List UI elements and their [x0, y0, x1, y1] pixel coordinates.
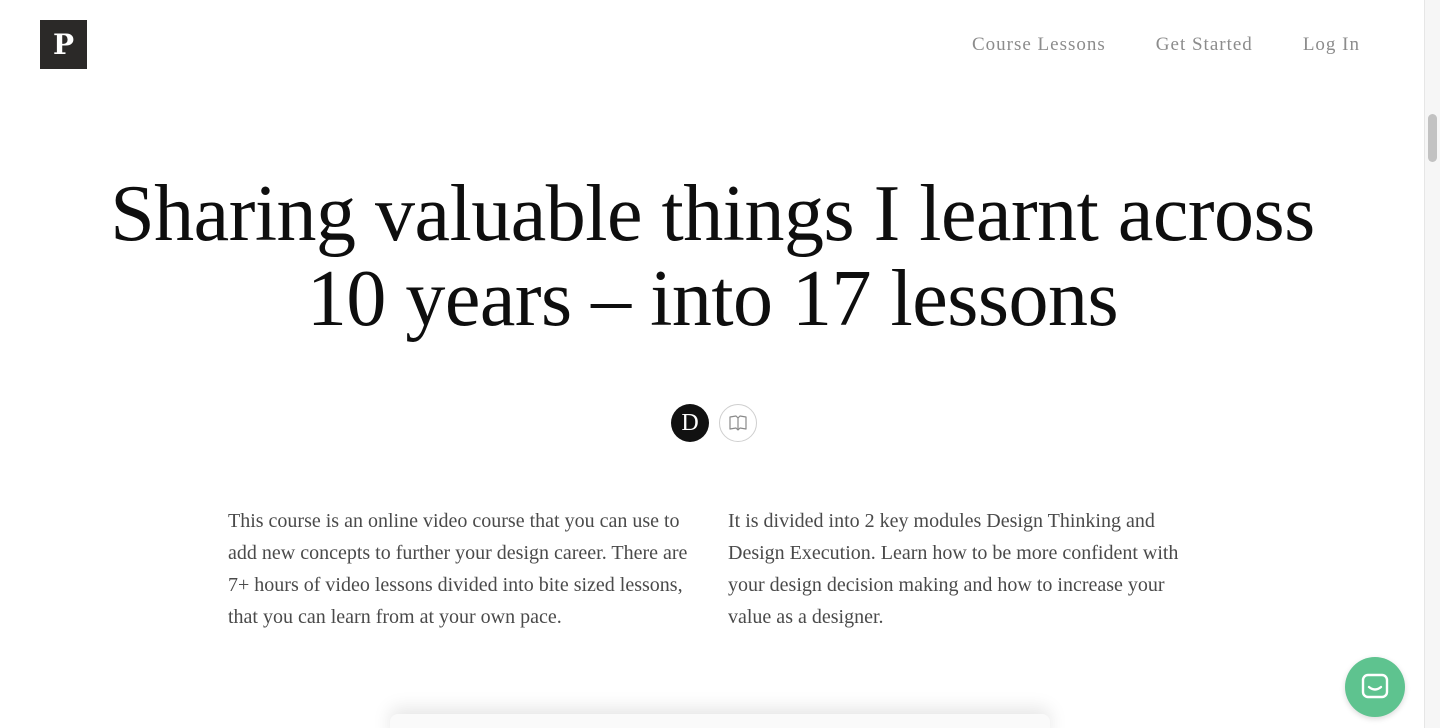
scrollbar[interactable] — [1424, 0, 1440, 728]
open-book-icon — [719, 404, 757, 442]
intro-right-paragraph: It is divided into 2 key modules Design … — [728, 510, 1179, 628]
author-avatar-letter: D — [681, 409, 699, 436]
nav-course-lessons[interactable]: Course Lessons — [972, 34, 1106, 56]
intro-left-paragraph: This course is an online video course th… — [228, 510, 688, 628]
page: P Course Lessons Get Started Log In Shar… — [0, 0, 1440, 728]
hero-icons: D — [671, 404, 757, 442]
video-preview — [390, 714, 1050, 728]
top-nav: Course Lessons Get Started Log In — [972, 34, 1360, 56]
hero-title: Sharing valuable things I learnt across … — [0, 172, 1425, 342]
hero-title-line-2: 10 years – into 17 lessons — [306, 255, 1119, 343]
chat-icon — [1361, 673, 1389, 699]
chat-button[interactable] — [1345, 657, 1405, 717]
logo[interactable]: P — [40, 20, 87, 69]
author-avatar-icon: D — [671, 404, 709, 442]
nav-get-started[interactable]: Get Started — [1156, 34, 1253, 56]
open-book-icon-glyph — [729, 415, 747, 431]
nav-log-in[interactable]: Log In — [1303, 34, 1360, 56]
hero-title-line-1: Sharing valuable things I learnt across — [110, 170, 1315, 258]
scrollbar-thumb[interactable] — [1428, 114, 1437, 162]
